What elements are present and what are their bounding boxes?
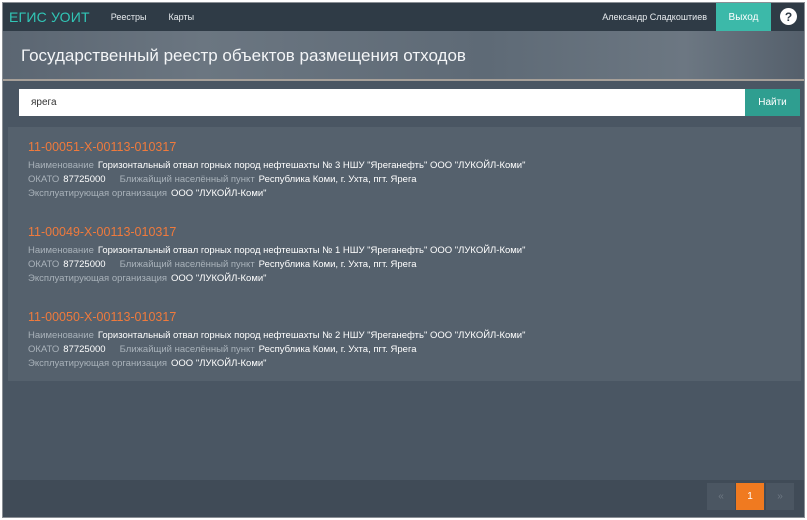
org-value: ООО "ЛУКОЙЛ-Коми" bbox=[171, 273, 267, 284]
org-value: ООО "ЛУКОЙЛ-Коми" bbox=[171, 358, 267, 369]
nav-maps[interactable]: Карты bbox=[168, 12, 194, 22]
locality-label: Ближайщий населённый пункт bbox=[119, 174, 255, 185]
okato-value: 87725000 bbox=[63, 259, 106, 270]
result-name-line: Наименование Горизонтальный отвал горных … bbox=[28, 245, 526, 256]
results-list: 11-00051-Х-00113-010317 Наименование Гори… bbox=[8, 127, 801, 381]
result-item: 11-00050-Х-00113-010317 Наименование Гори… bbox=[28, 310, 526, 369]
org-label: Эксплуатирующая организация bbox=[28, 358, 168, 369]
result-org-line: Эксплуатирующая организация ООО "ЛУКОЙЛ-К… bbox=[28, 273, 526, 284]
org-label: Эксплуатирующая организация bbox=[28, 188, 168, 199]
nav-registries[interactable]: Реестры bbox=[111, 12, 147, 22]
locality-value: Республика Коми, г. Ухта, пгт. Ярега bbox=[258, 259, 417, 270]
result-okato-line: ОКАТО 87725000 Ближайщий населённый пункт Р… bbox=[28, 259, 526, 270]
top-navbar: ЕГИС УОИТ Реестры Карты Александр Сладко… bbox=[3, 3, 804, 31]
result-name-line: Наименование Горизонтальный отвал горных … bbox=[28, 330, 526, 341]
locality-label: Ближайщий населённый пункт bbox=[119, 259, 255, 270]
org-value: ООО "ЛУКОЙЛ-Коми" bbox=[171, 188, 267, 199]
name-value: Горизонтальный отвал горных пород нефтеш… bbox=[97, 330, 526, 341]
result-okato-line: ОКАТО 87725000 Ближайщий населённый пункт Р… bbox=[28, 174, 526, 185]
name-value: Горизонтальный отвал горных пород нефтеш… bbox=[97, 160, 526, 171]
user-name[interactable]: Александр Сладкоштиев bbox=[602, 12, 707, 22]
name-label: Наименование bbox=[28, 160, 94, 171]
search-input[interactable] bbox=[19, 89, 745, 116]
result-id-link[interactable]: 11-00051-Х-00113-010317 bbox=[28, 140, 526, 154]
logout-button[interactable]: Выход bbox=[716, 3, 771, 31]
pagination-bar bbox=[3, 480, 804, 517]
result-org-line: Эксплуатирующая организация ООО "ЛУКОЙЛ-К… bbox=[28, 358, 526, 369]
result-name-line: Наименование Горизонтальный отвал горных … bbox=[28, 160, 526, 171]
app-window: ЕГИС УОИТ Реестры Карты Александр Сладко… bbox=[2, 2, 805, 518]
result-item: 11-00051-Х-00113-010317 Наименование Гори… bbox=[28, 140, 526, 199]
result-id-link[interactable]: 11-00050-Х-00113-010317 bbox=[28, 310, 526, 324]
locality-value: Республика Коми, г. Ухта, пгт. Ярега bbox=[258, 344, 417, 355]
result-okato-line: ОКАТО 87725000 Ближайщий населённый пункт Р… bbox=[28, 344, 526, 355]
search-bar: Найти bbox=[19, 89, 800, 116]
result-item: 11-00049-Х-00113-010317 Наименование Гори… bbox=[28, 225, 526, 284]
brand-logo[interactable]: ЕГИС УОИТ bbox=[9, 9, 90, 25]
name-label: Наименование bbox=[28, 245, 94, 256]
help-icon[interactable]: ? bbox=[780, 8, 797, 25]
locality-value: Республика Коми, г. Ухта, пгт. Ярега bbox=[258, 174, 417, 185]
page-title: Государственный реестр объектов размещен… bbox=[21, 46, 466, 65]
org-label: Эксплуатирующая организация bbox=[28, 273, 168, 284]
name-value: Горизонтальный отвал горных пород нефтеш… bbox=[97, 245, 526, 256]
name-label: Наименование bbox=[28, 330, 94, 341]
okato-label: ОКАТО bbox=[28, 344, 60, 355]
search-button[interactable]: Найти bbox=[745, 89, 800, 116]
okato-label: ОКАТО bbox=[28, 174, 60, 185]
result-id-link[interactable]: 11-00049-Х-00113-010317 bbox=[28, 225, 526, 239]
okato-value: 87725000 bbox=[63, 174, 106, 185]
pagination-prev-button[interactable]: « bbox=[707, 483, 735, 510]
page-header: Государственный реестр объектов размещен… bbox=[3, 31, 804, 81]
result-org-line: Эксплуатирующая организация ООО "ЛУКОЙЛ-К… bbox=[28, 188, 526, 199]
okato-label: ОКАТО bbox=[28, 259, 60, 270]
pagination-page-current[interactable]: 1 bbox=[736, 483, 764, 510]
locality-label: Ближайщий населённый пункт bbox=[119, 344, 255, 355]
okato-value: 87725000 bbox=[63, 344, 106, 355]
pagination-next-button[interactable]: » bbox=[766, 483, 794, 510]
